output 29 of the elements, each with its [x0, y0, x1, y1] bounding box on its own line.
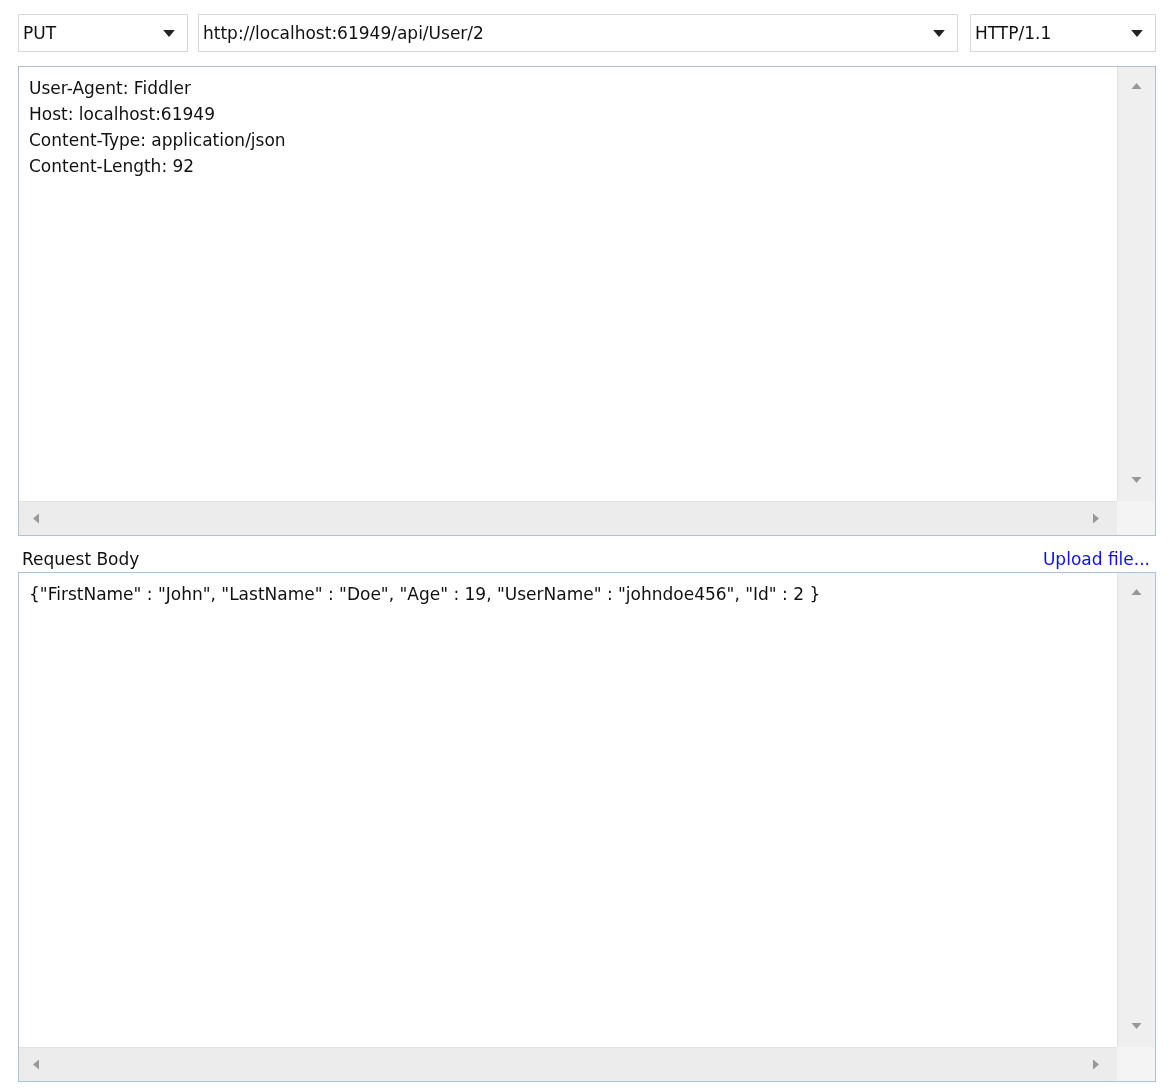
caret-icon: [1131, 29, 1143, 37]
scroll-down-icon[interactable]: [1131, 477, 1142, 483]
scroll-right-icon[interactable]: [1093, 513, 1099, 524]
headers-editor[interactable]: User-Agent: Fiddler Host: localhost:61949 Content-Type: application/json Content-Length: 92: [18, 66, 1156, 536]
version-dropdown[interactable]: HTTP/1.1: [970, 14, 1156, 52]
horizontal-scrollbar[interactable]: [19, 1047, 1117, 1081]
body-text: {"FirstName" : "John", "LastName" : "Doe", "Age" : 19, "UserName" : "johndoe456", "Id" : 2 }: [29, 583, 822, 606]
header-line: Content-Length: 92: [29, 155, 196, 178]
method-dropdown[interactable]: PUT: [18, 14, 188, 52]
request-body-label: Request Body: [22, 548, 140, 570]
header-line: Host: localhost:61949: [29, 103, 216, 126]
scroll-up-icon[interactable]: [1131, 83, 1142, 89]
caret-icon: [163, 29, 175, 37]
scroll-up-icon[interactable]: [1131, 589, 1142, 595]
body-editor[interactable]: {"FirstName" : "John", "LastName" : "Doe", "Age" : 19, "UserName" : "johndoe456", "Id" : 2 }: [18, 572, 1156, 1082]
scroll-down-icon[interactable]: [1131, 1023, 1142, 1029]
header-line: User-Agent: Fiddler: [29, 77, 192, 100]
scrollbar-corner: [1117, 1047, 1155, 1081]
caret-icon: [933, 29, 945, 37]
upload-file-link[interactable]: Upload file...: [1042, 548, 1150, 570]
horizontal-scrollbar[interactable]: [19, 501, 1117, 535]
scroll-right-icon[interactable]: [1093, 1059, 1099, 1070]
scrollbar-corner: [1117, 501, 1155, 535]
header-line: Content-Type: application/json: [29, 129, 287, 152]
url-field[interactable]: http://localhost:61949/api/User/2: [198, 14, 958, 52]
vertical-scrollbar[interactable]: [1117, 67, 1155, 501]
vertical-scrollbar[interactable]: [1117, 573, 1155, 1047]
scroll-left-icon[interactable]: [33, 1059, 39, 1070]
scroll-left-icon[interactable]: [33, 513, 39, 524]
